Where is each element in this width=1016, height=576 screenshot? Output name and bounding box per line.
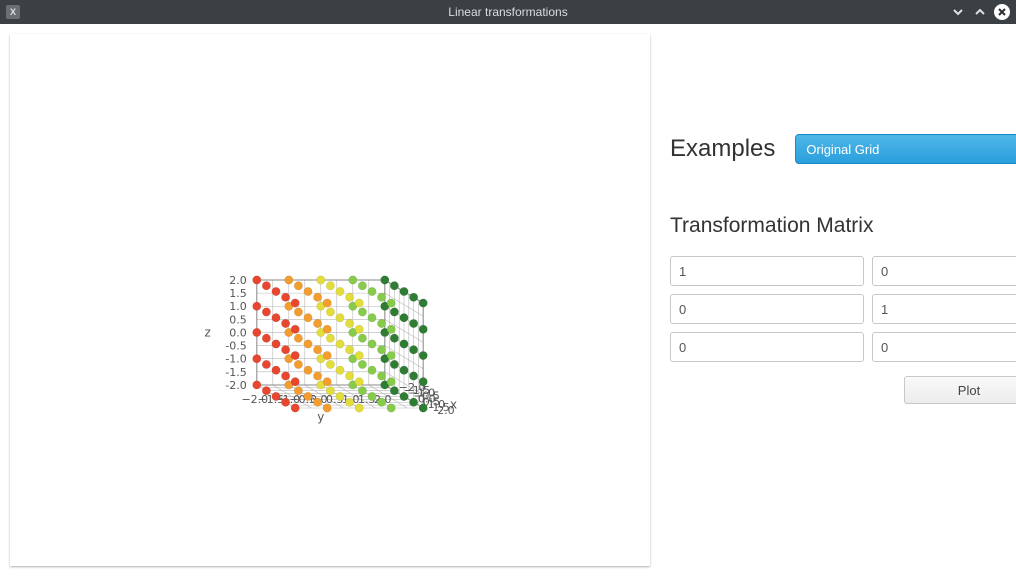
matrix-input-2-1[interactable]	[872, 332, 1016, 362]
matrix-input-0-1[interactable]	[872, 256, 1016, 286]
svg-text:y: y	[317, 410, 324, 424]
svg-text:z: z	[204, 325, 210, 339]
matrix-input-0-0[interactable]	[670, 256, 864, 286]
minimize-icon[interactable]	[950, 4, 966, 20]
plot-button[interactable]: Plot	[904, 376, 1016, 404]
svg-text:0.5: 0.5	[229, 313, 247, 326]
svg-text:-1.0: -1.0	[225, 353, 246, 366]
svg-text:1.5: 1.5	[229, 287, 247, 300]
matrix-title: Transformation Matrix	[670, 214, 1016, 238]
window-title: Linear transformations	[0, 5, 1016, 19]
examples-label: Examples	[670, 135, 775, 163]
dropdown-selected: Original Grid	[806, 142, 879, 157]
examples-row: Examples Original Grid	[670, 134, 1016, 164]
svg-text:x: x	[450, 397, 457, 411]
svg-text:0.0: 0.0	[229, 326, 247, 339]
scatter-3d-plot: -2.0-1.5-1.0-0.50.00.51.01.52.0−2.0−1.5−…	[10, 34, 650, 566]
svg-text:-2.0: -2.0	[225, 379, 246, 392]
matrix-grid	[670, 256, 1016, 362]
titlebar: X Linear transformations	[0, 0, 1016, 24]
maximize-icon[interactable]	[972, 4, 988, 20]
svg-text:-1.5: -1.5	[225, 366, 246, 379]
close-icon[interactable]	[994, 4, 1010, 20]
svg-text:-0.5: -0.5	[225, 340, 246, 353]
examples-dropdown[interactable]: Original Grid	[795, 134, 1016, 164]
content: -2.0-1.5-1.0-0.50.00.51.01.52.0−2.0−1.5−…	[0, 24, 1016, 576]
window-controls	[950, 4, 1016, 20]
matrix-input-2-0[interactable]	[670, 332, 864, 362]
app-icon: X	[6, 5, 20, 19]
svg-text:1.0: 1.0	[229, 300, 247, 313]
matrix-input-1-0[interactable]	[670, 294, 864, 324]
matrix-input-1-1[interactable]	[872, 294, 1016, 324]
plot-area: -2.0-1.5-1.0-0.50.00.51.01.52.0−2.0−1.5−…	[10, 34, 650, 566]
svg-text:2.0: 2.0	[229, 274, 247, 287]
side-panel: Examples Original Grid Transformation Ma…	[660, 24, 1016, 576]
